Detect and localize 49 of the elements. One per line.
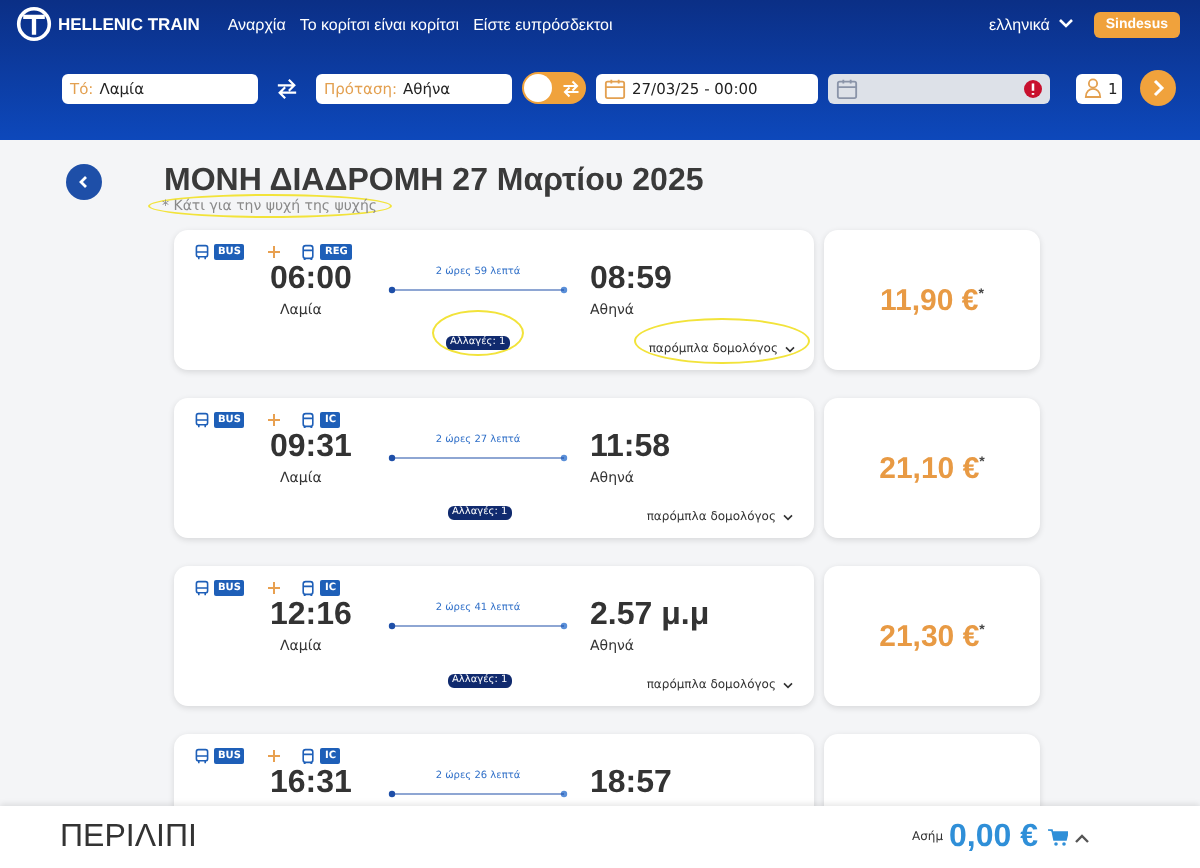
plus-icon	[268, 413, 281, 425]
cart-icon	[1048, 828, 1068, 846]
total-price: 0,00 €	[949, 819, 1038, 855]
train-icon	[300, 747, 317, 763]
plus-icon	[268, 581, 281, 593]
calendar-icon	[604, 77, 626, 99]
departure-time: 12:16	[270, 598, 352, 634]
chevron-up-icon[interactable]	[1074, 831, 1090, 843]
departure-time: 16:31	[270, 766, 352, 802]
nav-link[interactable]: Το κορίτσι είναι κορίτσι	[299, 15, 460, 33]
arrival-time: 11:58	[590, 430, 671, 466]
plus-icon	[268, 749, 281, 761]
bus-icon	[194, 243, 210, 259]
price-card[interactable]: 21,10 €$^{*}$	[824, 398, 1040, 538]
chevron-down-icon	[782, 681, 794, 689]
logo-icon	[16, 6, 52, 42]
arrival-time: 08:59	[590, 262, 672, 298]
price-text: 21,10 €$^{*}$	[879, 451, 985, 485]
language-dropdown[interactable]: ελληνικά	[989, 15, 1074, 33]
price-card[interactable]: 11,90 €$^{*}$	[824, 230, 1040, 370]
price-card[interactable]: 21,30 €$^{*}$	[824, 566, 1040, 706]
nav-link[interactable]: Αναρχία	[227, 15, 286, 33]
bus-icon	[194, 411, 210, 427]
price-text: 11,90 €$^{*}$	[880, 283, 984, 317]
plus-icon	[268, 245, 281, 257]
calendar-icon	[836, 77, 858, 99]
round-trip-toggle[interactable]	[522, 72, 586, 104]
departure-time: 06:00	[270, 262, 352, 298]
swap-icon[interactable]	[276, 77, 298, 99]
summary-title: ΠΕΡΙΛΙΠΙ	[60, 819, 197, 855]
person-icon	[1084, 78, 1102, 98]
train-icon	[300, 243, 317, 259]
bus-icon	[194, 579, 210, 595]
swap-icon	[562, 79, 580, 97]
train-icon	[300, 579, 317, 595]
page-title: ΜΟΝΗ ΔΙΑΔΡΟΜΗ 27 Μαρτίου 2025	[164, 164, 704, 198]
chevron-down-icon	[1057, 18, 1074, 30]
price-text: 21,30 €$^{*}$	[879, 619, 985, 653]
chevron-down-icon	[784, 345, 796, 353]
departure-time: 09:31	[270, 430, 352, 466]
nav-link[interactable]: Είστε ευπρόσδεκτοι	[473, 15, 613, 33]
bus-icon	[194, 747, 210, 763]
arrival-time: 18:57	[590, 766, 672, 802]
train-icon	[300, 411, 317, 427]
next-button[interactable]	[1140, 70, 1176, 106]
logo-text: HELLENIC TRAIN	[58, 14, 200, 34]
back-button[interactable]	[66, 164, 102, 200]
arrival-time: 2.57 μ.μ	[590, 598, 710, 634]
chevron-down-icon	[782, 513, 794, 521]
